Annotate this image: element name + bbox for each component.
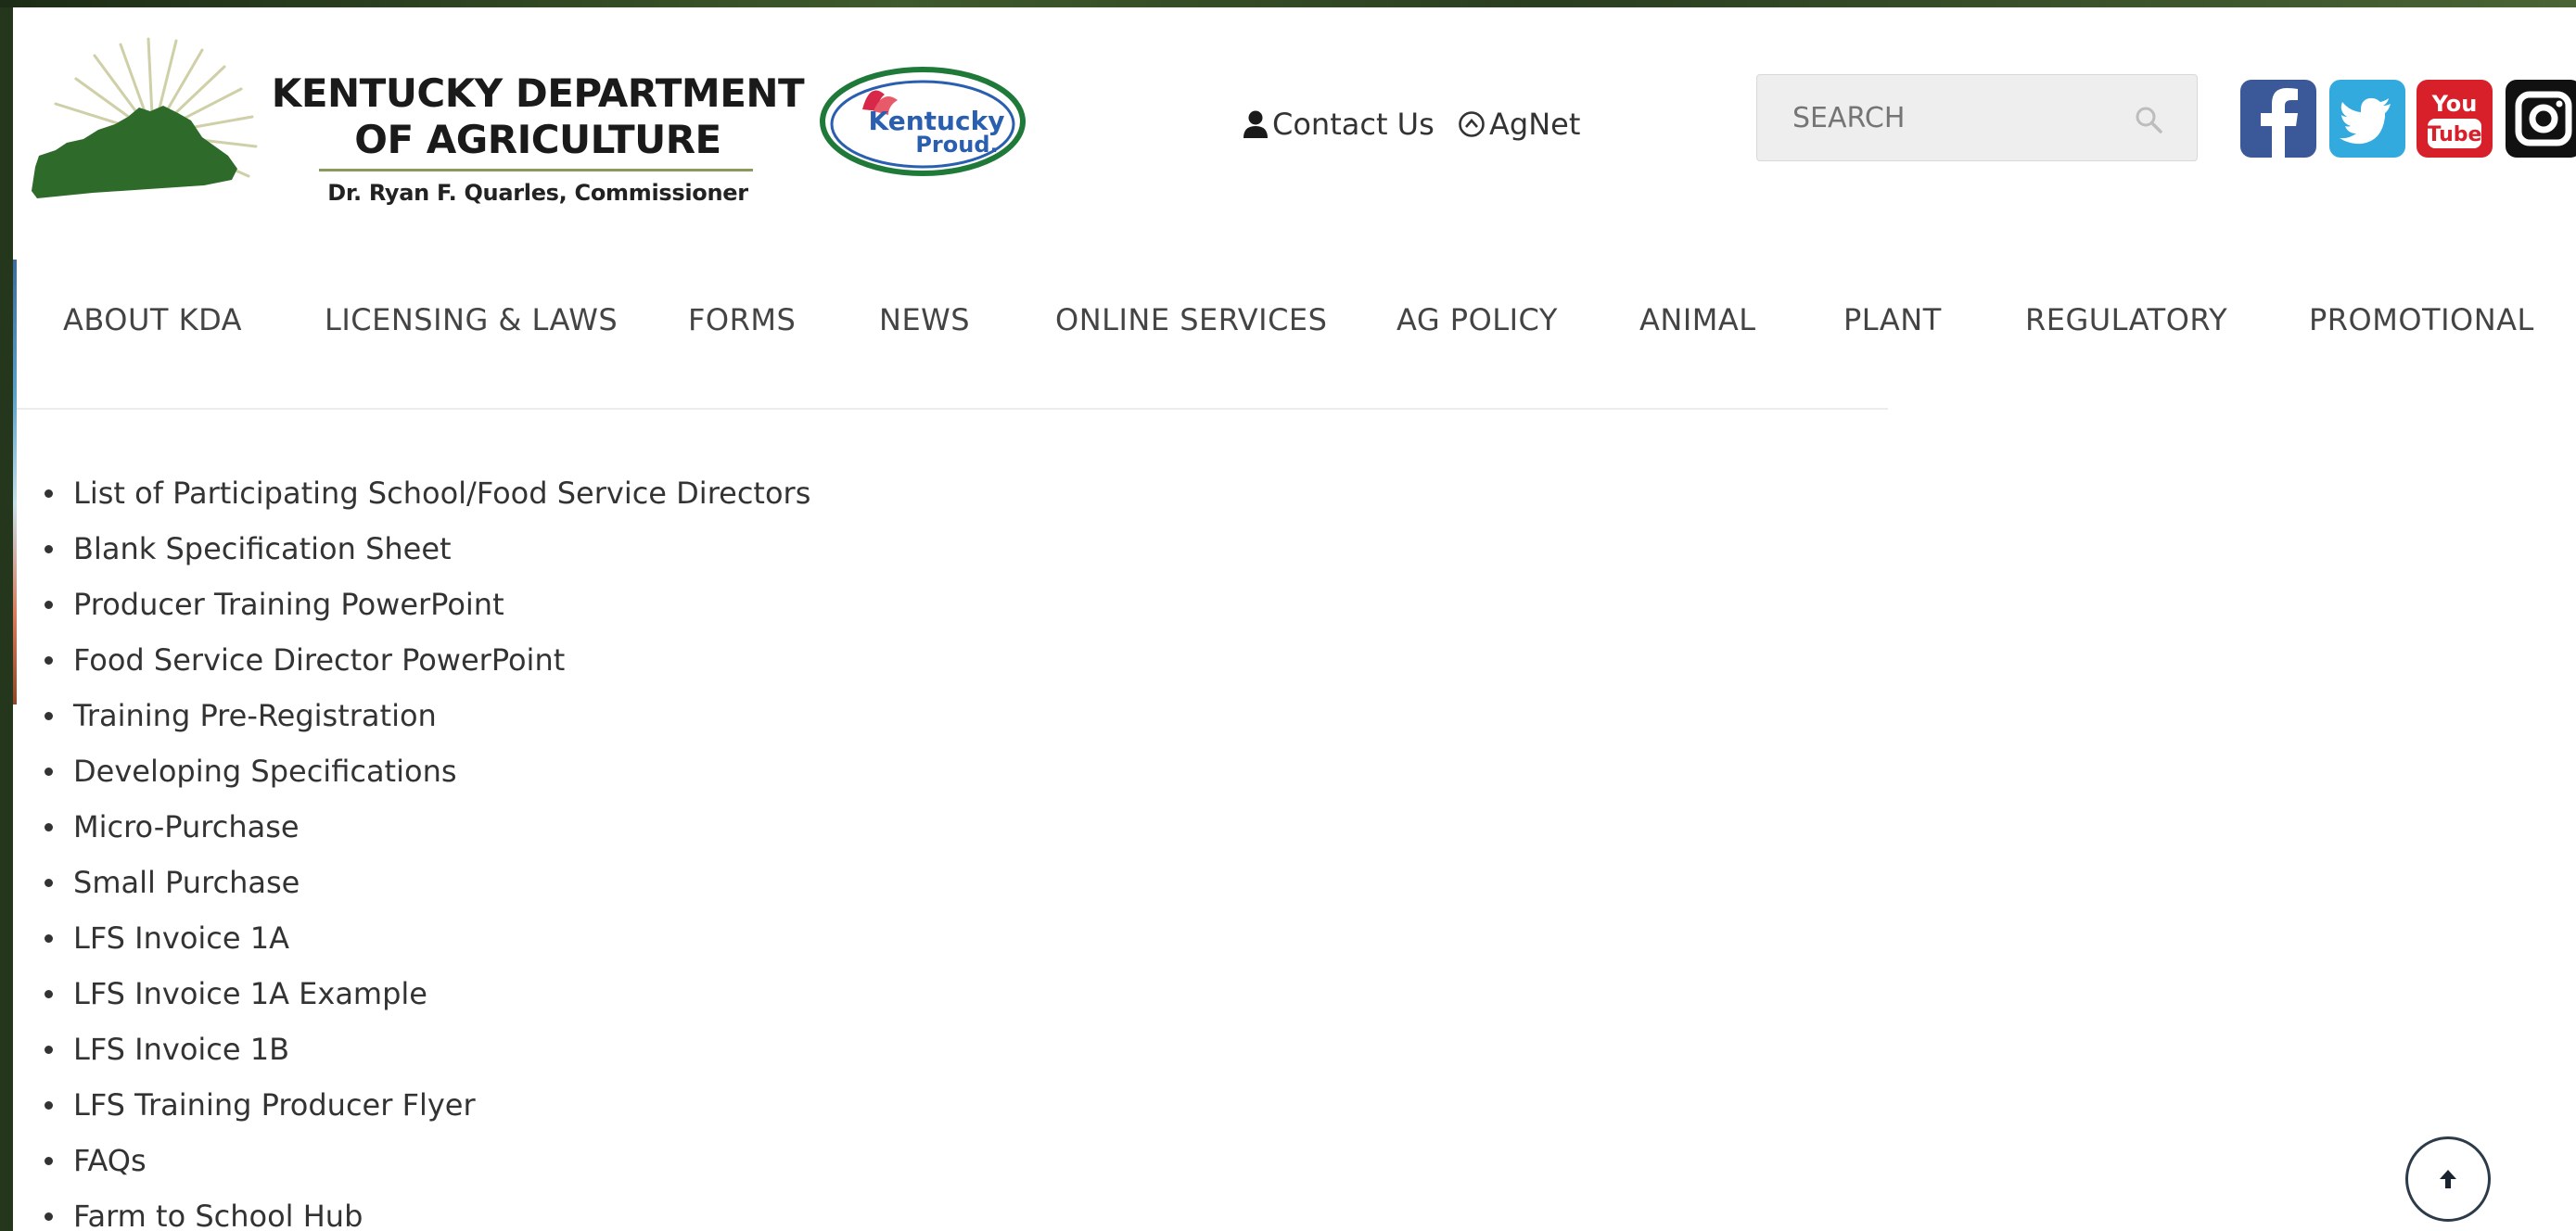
kentucky-proud-badge[interactable]: Kentucky Proud. — [818, 63, 1027, 180]
kda-logo[interactable]: KENTUCKY DEPARTMENT OF AGRICULTURE Dr. R… — [19, 28, 816, 213]
logo-subtitle: Dr. Ryan F. Quarles, Commissioner — [327, 180, 748, 206]
facebook-button[interactable] — [2240, 80, 2316, 158]
list-item[interactable]: LFS Training Producer Flyer — [33, 1077, 810, 1133]
twitter-icon — [2340, 97, 2391, 145]
link-developing-specifications[interactable]: Developing Specifications — [73, 754, 457, 789]
link-blank-specification-sheet[interactable]: Blank Specification Sheet — [73, 531, 452, 566]
list-item[interactable]: List of Participating School/Food Servic… — [33, 465, 810, 521]
list-item[interactable]: Developing Specifications — [33, 743, 810, 799]
list-item[interactable]: Food Service Director PowerPoint — [33, 632, 810, 688]
contact-us-label: Contact Us — [1272, 107, 1435, 142]
bullet — [45, 989, 53, 998]
list-item[interactable]: Farm to School Hub — [33, 1188, 810, 1231]
nav-news[interactable]: NEWS — [879, 302, 970, 337]
link-producer-training-powerpoint[interactable]: Producer Training PowerPoint — [73, 587, 504, 622]
bullet — [45, 1156, 53, 1165]
person-icon — [1243, 109, 1269, 139]
link-faqs[interactable]: FAQs — [73, 1143, 147, 1178]
back-to-top-button[interactable] — [2405, 1136, 2491, 1222]
link-micro-purchase[interactable]: Micro-Purchase — [73, 809, 300, 844]
list-item[interactable]: FAQs — [33, 1133, 810, 1188]
list-item[interactable]: Small Purchase — [33, 855, 810, 910]
bullet — [45, 1100, 53, 1110]
circle-chevron-up-icon — [1458, 110, 1486, 138]
link-training-pre-registration[interactable]: Training Pre-Registration — [73, 698, 437, 733]
link-lfs-training-producer-flyer[interactable]: LFS Training Producer Flyer — [73, 1087, 476, 1123]
youtube-text-tube: Tube — [2428, 123, 2482, 146]
logo-rule — [319, 169, 753, 171]
badge-text-proud: Proud. — [915, 132, 998, 158]
nav-regulatory[interactable]: REGULATORY — [2025, 302, 2227, 337]
bullet — [45, 711, 53, 720]
bullet — [45, 489, 53, 498]
list-item[interactable]: Micro-Purchase — [33, 799, 810, 855]
agnet-label: AgNet — [1489, 107, 1581, 142]
list-item[interactable]: LFS Invoice 1A Example — [33, 966, 810, 1022]
search-icon[interactable] — [2133, 104, 2164, 135]
youtube-text-you: You — [2431, 91, 2478, 117]
nav-plant[interactable]: PLANT — [1843, 302, 1942, 337]
youtube-button[interactable]: You Tube — [2417, 80, 2493, 158]
contact-us-link[interactable]: Contact Us — [1243, 104, 1435, 145]
nav-licensing-laws[interactable]: LICENSING & LAWS — [325, 302, 618, 337]
nav-animal[interactable]: ANIMAL — [1639, 302, 1756, 337]
bullet — [45, 933, 53, 943]
nav-ag-policy[interactable]: AG POLICY — [1396, 302, 1558, 337]
list-item[interactable]: LFS Invoice 1A — [33, 910, 810, 966]
link-lfs-invoice-1a-example[interactable]: LFS Invoice 1A Example — [73, 976, 427, 1011]
left-edge-decoration — [13, 260, 17, 704]
nav-forms[interactable]: FORMS — [688, 302, 796, 337]
link-small-purchase[interactable]: Small Purchase — [73, 865, 300, 900]
instagram-icon — [2515, 91, 2572, 146]
document-link-list: List of Participating School/Food Servic… — [33, 465, 810, 1231]
window-background — [0, 0, 2576, 7]
bullet — [45, 767, 53, 776]
bullet — [45, 544, 53, 553]
link-lfs-invoice-1a[interactable]: LFS Invoice 1A — [73, 920, 289, 956]
list-item[interactable]: LFS Invoice 1B — [33, 1022, 810, 1077]
nav-about-kda[interactable]: ABOUT KDA — [63, 302, 242, 337]
logo-title: KENTUCKY DEPARTMENT OF AGRICULTURE — [269, 70, 807, 163]
logo-title-line2: OF AGRICULTURE — [354, 117, 721, 162]
bullet — [45, 878, 53, 887]
bullet — [45, 822, 53, 831]
link-food-service-director-powerpoint[interactable]: Food Service Director PowerPoint — [73, 642, 565, 678]
nav-promotional[interactable]: PROMOTIONAL — [2309, 302, 2534, 337]
link-lfs-invoice-1b[interactable]: LFS Invoice 1B — [73, 1032, 289, 1067]
page: KENTUCKY DEPARTMENT OF AGRICULTURE Dr. R… — [13, 7, 2576, 1231]
nav-online-services[interactable]: ONLINE SERVICES — [1055, 302, 1327, 337]
nav-divider — [13, 408, 1888, 410]
bullet — [45, 655, 53, 665]
facebook-icon — [2261, 88, 2298, 158]
link-farm-to-school-hub[interactable]: Farm to School Hub — [73, 1199, 363, 1231]
list-item[interactable]: Producer Training PowerPoint — [33, 577, 810, 632]
kentucky-sunburst-logo-icon — [32, 37, 258, 198]
logo-title-line1: KENTUCKY DEPARTMENT — [271, 70, 805, 116]
agnet-link[interactable]: AgNet — [1458, 104, 1580, 145]
list-item[interactable]: Training Pre-Registration — [33, 688, 810, 743]
bullet — [45, 1045, 53, 1054]
arrow-up-icon — [2440, 1170, 2456, 1188]
bullet — [45, 600, 53, 609]
main-nav: ABOUT KDA LICENSING & LAWS FORMS NEWS ON… — [13, 276, 2576, 369]
bullet — [45, 1212, 53, 1221]
list-item[interactable]: Blank Specification Sheet — [33, 521, 810, 577]
instagram-button[interactable] — [2506, 80, 2576, 158]
link-participating-directors[interactable]: List of Participating School/Food Servic… — [73, 476, 810, 511]
search-input[interactable] — [1756, 74, 2198, 161]
twitter-button[interactable] — [2329, 80, 2405, 158]
youtube-icon: You Tube — [2428, 91, 2482, 148]
